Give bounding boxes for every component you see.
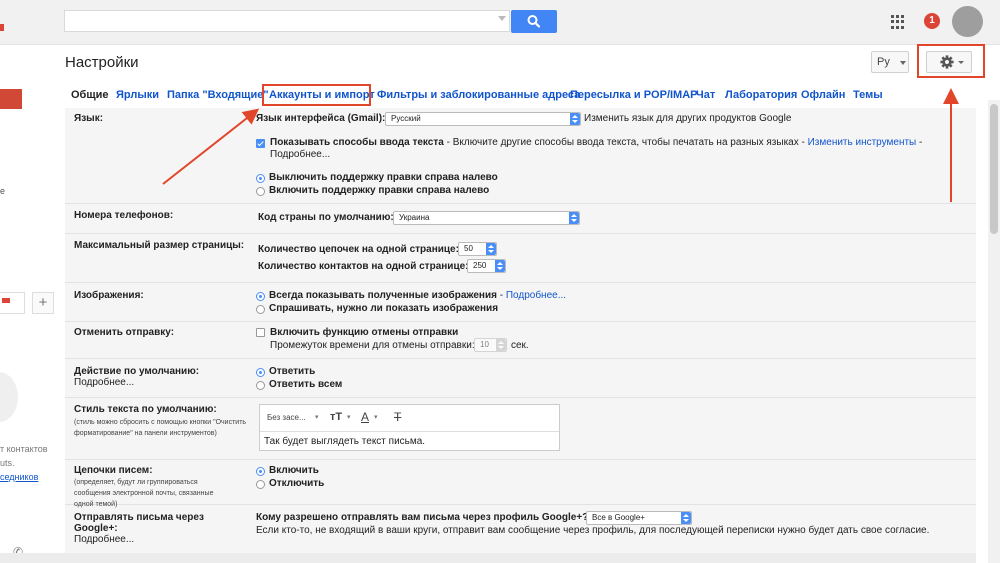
annotation-arrows-icon [162, 88, 959, 202]
